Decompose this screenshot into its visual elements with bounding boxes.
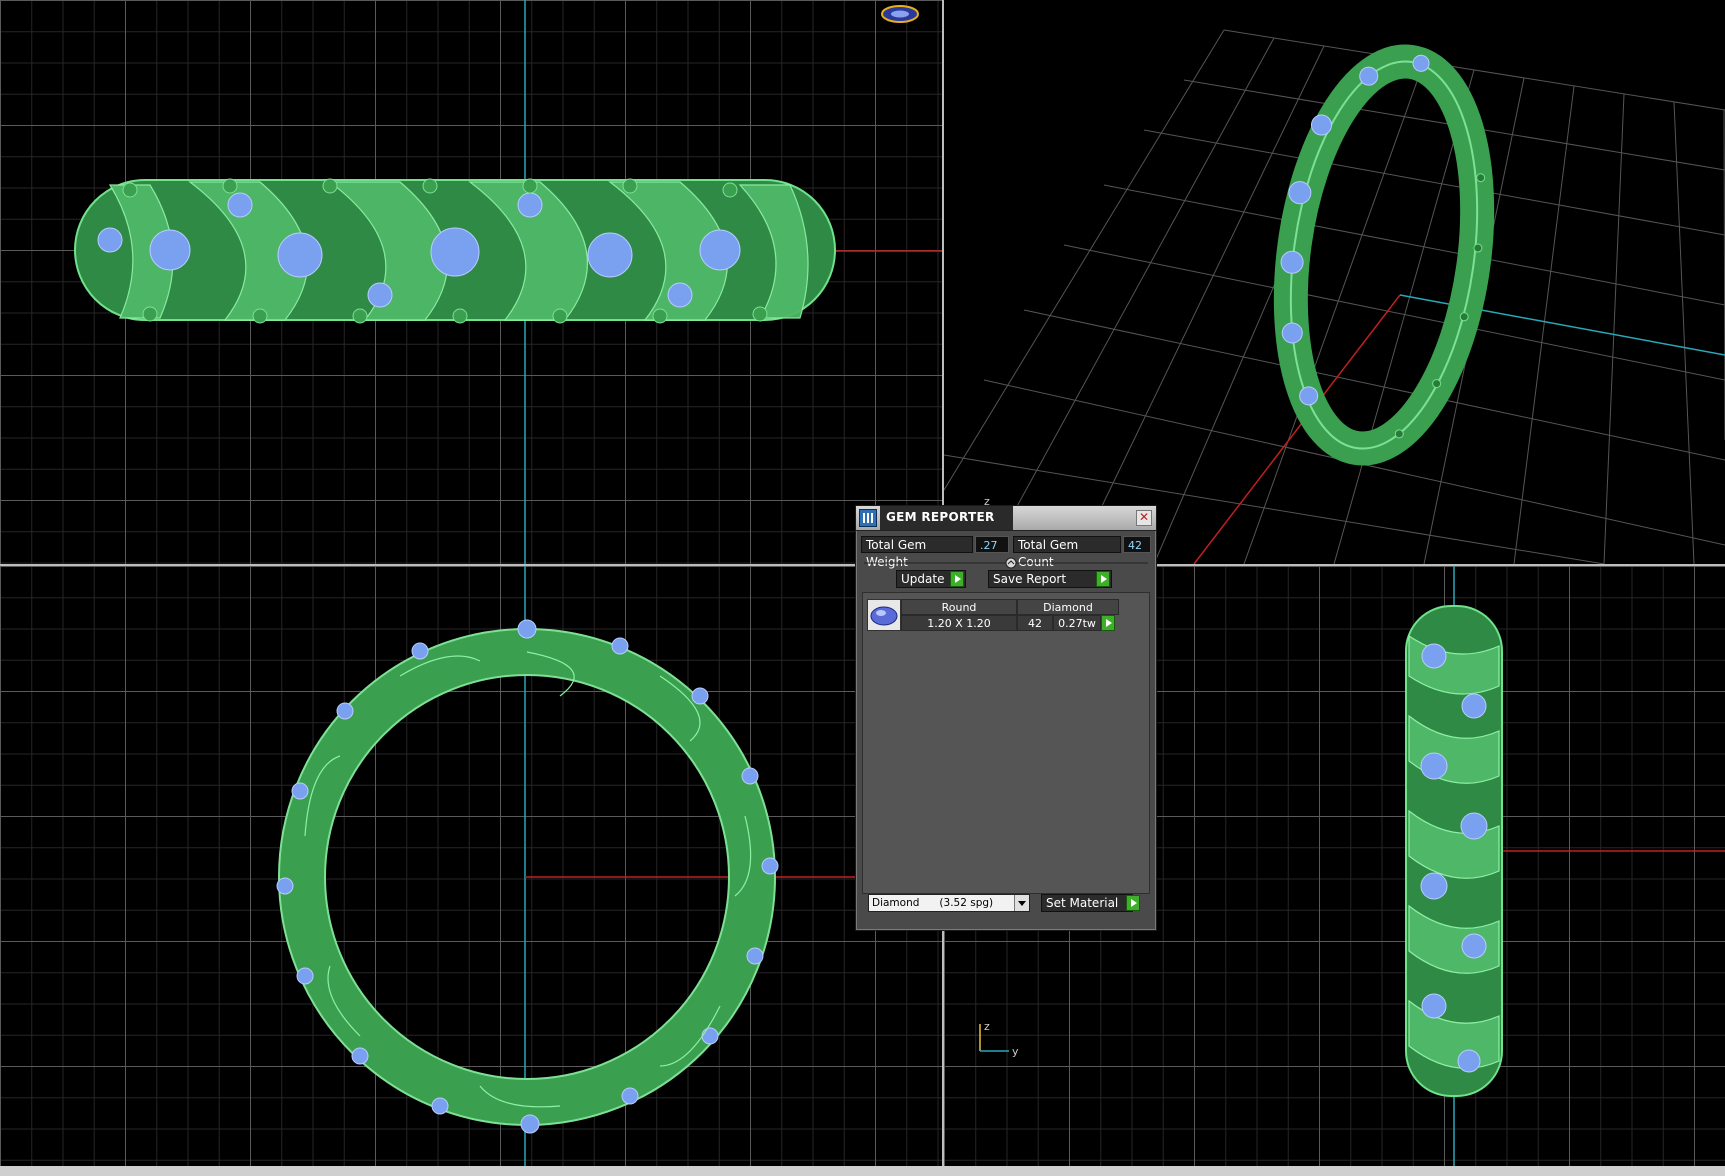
total-gem-weight-label: Total Gem Weight — [861, 536, 973, 569]
close-icon[interactable]: ✕ — [1136, 510, 1152, 526]
gem-reporter-title: GEM REPORTER — [880, 506, 1013, 530]
gem-material-cell: Diamond — [1017, 599, 1119, 615]
gem-reporter-titlebar[interactable]: GEM REPORTER ✕ — [856, 506, 1156, 531]
gem-list-row[interactable]: Round Diamond 1.20 X 1.20 42 0.27tw — [863, 593, 1151, 637]
gem-shape-cell: Round — [901, 599, 1017, 615]
ring-front-model — [74, 178, 836, 324]
gem-size-cell: 1.20 X 1.20 — [901, 615, 1017, 631]
splitter-slider[interactable] — [864, 556, 1148, 570]
save-report-button[interactable]: Save Report — [988, 570, 1112, 588]
total-gem-count-value: 42 — [1123, 536, 1151, 553]
view-cube-icon — [881, 5, 919, 23]
top-viewport[interactable] — [0, 566, 942, 1166]
gem-row-go-arrow-icon[interactable] — [1101, 615, 1115, 631]
front-viewport[interactable] — [0, 0, 942, 564]
front-viewport-scene — [74, 0, 942, 564]
material-select-value: Diamond (3.52 spg) — [872, 897, 994, 909]
save-report-go-arrow-icon[interactable] — [1096, 571, 1110, 587]
update-go-arrow-icon[interactable] — [950, 571, 964, 587]
gem-reporter-window: GEM REPORTER ✕ Total Gem Weight .27 Tota… — [855, 505, 1157, 931]
gem-list-panel[interactable]: Round Diamond 1.20 X 1.20 42 0.27tw — [862, 592, 1150, 894]
splitter-knob-icon — [1005, 557, 1017, 569]
total-gem-weight-value: .27 — [975, 536, 1009, 553]
side-axis-z-label: z — [984, 1020, 990, 1033]
set-material-button[interactable]: Set Material — [1041, 894, 1133, 912]
gem-count-cell: 42 — [1017, 615, 1053, 631]
gem-weight-cell: 0.27tw — [1053, 615, 1101, 631]
perspective-viewport[interactable]: z — [944, 0, 1725, 564]
status-strip — [0, 1166, 1725, 1176]
gem-reporter-app-icon — [859, 509, 877, 527]
total-gem-count-label: Total Gem Count — [1013, 536, 1121, 569]
round-diamond-gem-icon — [867, 599, 901, 631]
chevron-down-icon[interactable] — [1014, 895, 1029, 911]
material-select[interactable]: Diamond (3.52 spg) — [868, 894, 1030, 912]
side-axis-y-label: y — [1012, 1045, 1019, 1058]
perspective-viewport-scene: z — [944, 29, 1725, 564]
ring-side-model — [1405, 605, 1503, 1097]
set-material-go-arrow-icon[interactable] — [1126, 895, 1140, 911]
top-viewport-scene — [276, 566, 942, 1166]
